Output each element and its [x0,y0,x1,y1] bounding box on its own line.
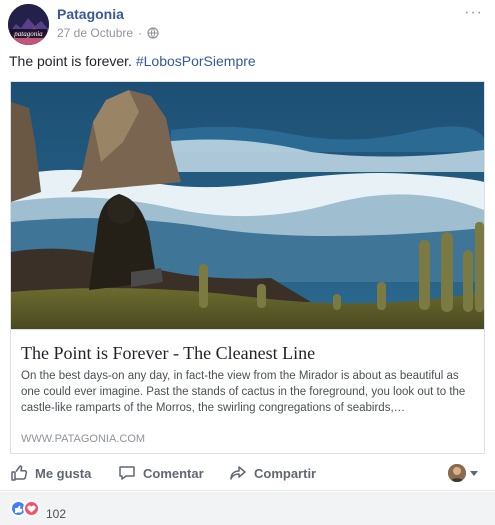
coastal-photo [11,82,484,329]
caret-down-icon [470,470,478,476]
post-action-bar: Me gusta Comentar Compartir [0,457,495,491]
caption-text: The point is forever. [9,53,136,69]
user-avatar [448,464,466,482]
love-reaction-icon [23,500,40,517]
post-date[interactable]: 27 de Octubre [57,26,133,40]
thumbs-up-icon [11,465,28,481]
post-as-selector[interactable] [448,464,478,482]
link-preview-image[interactable] [11,82,484,329]
page-name-link[interactable]: Patagonia [57,6,124,22]
post-caption: The point is forever. #LobosPorSiempre [9,53,256,69]
globe-icon [147,27,159,39]
share-arrow-icon [230,466,246,480]
share-label: Compartir [254,465,317,481]
meta-separator: · [138,26,143,40]
reactions-bar[interactable]: 102 [0,492,495,525]
reaction-count[interactable]: 102 [46,507,66,521]
comment-label: Comentar [143,465,204,481]
share-button[interactable]: Compartir [229,464,316,482]
comment-button[interactable]: Comentar [118,464,204,482]
like-button[interactable]: Me gusta [10,464,91,482]
link-preview-body[interactable]: The Point is Forever - The Cleanest Line… [11,329,484,453]
link-domain: WWW.PATAGONIA.COM [21,433,146,445]
user-photo [448,464,466,482]
link-preview-card[interactable]: The Point is Forever - The Cleanest Line… [10,81,485,454]
post-meta: 27 de Octubre · [57,26,159,40]
link-description: On the best days-on any day, in fact-the… [21,370,466,414]
page-avatar[interactable]: patagonia [8,4,49,45]
comment-bubble-icon [119,466,135,480]
facebook-post: patagonia Patagonia 27 de Octubre · ··· … [0,0,495,525]
more-options-button[interactable]: ··· [464,4,483,22]
love-reaction-heart-icon [27,505,36,513]
like-label: Me gusta [35,465,92,481]
hashtag-link[interactable]: #LobosPorSiempre [136,53,256,69]
patagonia-logo: patagonia [8,4,49,45]
svg-text:patagonia: patagonia [13,30,43,38]
link-title[interactable]: The Point is Forever - The Cleanest Line [21,343,315,364]
reaction-icons [10,500,42,518]
